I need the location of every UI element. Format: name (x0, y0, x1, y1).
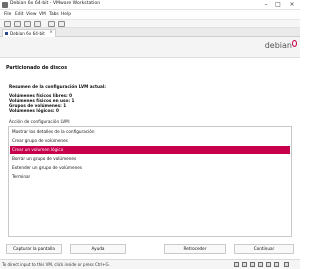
list-item[interactable]: Terminar (10, 173, 290, 181)
menu-bar: File Edit View VM Tabs Help (0, 10, 300, 20)
display-icon[interactable] (274, 262, 279, 267)
maximize-icon[interactable]: □ (272, 0, 284, 10)
continue-button[interactable]: Continuar (234, 244, 294, 254)
vmware-icon (2, 2, 8, 8)
tab-label: Debian 6x 64-bit (10, 31, 45, 36)
revert-icon[interactable] (24, 21, 31, 27)
list-item[interactable]: Extender un grupo de volúmenes (10, 164, 290, 172)
installer-header: debian (0, 37, 300, 58)
screenshot-button[interactable]: Capturar la pantalla (6, 244, 62, 254)
help-button[interactable]: Ayuda (70, 244, 126, 254)
lvm-action-list[interactable]: Mostrar los detalles de la configuración… (8, 126, 292, 237)
action-label: Acción de configuración LVM: (9, 119, 71, 124)
page-title: Particionado de discos (6, 66, 68, 71)
vm-icon (5, 32, 8, 35)
close-icon[interactable]: × (286, 0, 298, 10)
menu-file[interactable]: File (4, 12, 11, 17)
minimize-icon[interactable]: – (260, 0, 272, 10)
cd-icon[interactable] (242, 262, 247, 267)
list-item[interactable]: Borrar un grupo de volúmenes (10, 155, 290, 163)
list-item[interactable]: Crear grupo de volúmenes (10, 137, 290, 145)
network-icon[interactable] (250, 262, 255, 267)
tab-close-icon[interactable]: × (49, 30, 53, 35)
summary-line: Volúmenes lógicos: 0 (9, 108, 59, 113)
snapshot-icon[interactable] (14, 21, 21, 27)
power-icon[interactable] (4, 21, 11, 27)
summary-heading: Resumen de la configuración LVM actual: (9, 84, 106, 89)
unity-icon[interactable] (58, 21, 65, 27)
list-item[interactable]: Mostrar los detalles de la configuración (10, 128, 290, 136)
list-item-selected[interactable]: Crear un volumen lógico (10, 146, 290, 154)
back-button[interactable]: Retroceder (164, 244, 226, 254)
sound-icon[interactable] (266, 262, 271, 267)
window-title: Debian 6x 64-bit - VMware Workstation (10, 1, 101, 6)
message-icon[interactable] (284, 262, 289, 267)
toolbar (0, 20, 300, 28)
usb-icon[interactable] (258, 262, 263, 267)
hdd-icon[interactable] (234, 262, 239, 267)
menu-help[interactable]: Help (61, 12, 71, 17)
manage-icon[interactable] (34, 21, 41, 27)
status-bar: To direct input to this VM, click inside… (0, 259, 300, 269)
fullscreen-icon[interactable] (48, 21, 55, 27)
button-bar: Capturar la pantalla Ayuda Retroceder Co… (0, 238, 300, 259)
tab-debian-vm[interactable]: Debian 6x 64-bit × (2, 29, 56, 37)
menu-edit[interactable]: Edit (15, 12, 24, 17)
menu-vm[interactable]: VM (39, 12, 46, 17)
debian-swirl-icon (292, 40, 297, 47)
menu-tabs[interactable]: Tabs (49, 12, 59, 17)
debian-logo: debian (264, 41, 292, 50)
installer-content: Particionado de discos Resumen de la con… (0, 58, 300, 238)
menu-view[interactable]: View (26, 12, 36, 17)
tab-bar: Debian 6x 64-bit × (0, 28, 300, 37)
status-text: To direct input to this VM, click inside… (2, 262, 110, 267)
title-bar: Debian 6x 64-bit - VMware Workstation – … (0, 0, 300, 10)
